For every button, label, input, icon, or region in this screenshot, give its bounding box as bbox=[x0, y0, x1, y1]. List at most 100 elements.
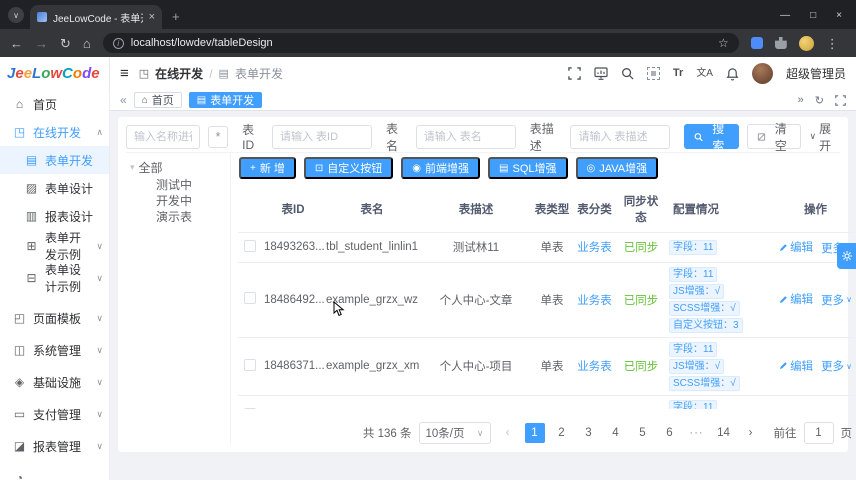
extensions-puzzle-icon[interactable] bbox=[774, 37, 787, 49]
page-size-select[interactable]: 10条/页 ∨ bbox=[418, 422, 491, 444]
page-button-3[interactable]: 3 bbox=[579, 423, 599, 443]
table-row[interactable]: 18486492... example_grzx_wz 个人中心-文章 单表 业… bbox=[238, 262, 854, 338]
tree-filter-input[interactable] bbox=[126, 124, 200, 149]
reload-icon[interactable]: ↻ bbox=[60, 37, 71, 50]
sidebar-item-infrastructure[interactable]: ◈ 基础设施 ∨ bbox=[0, 366, 109, 398]
sidebar-item-page-templates[interactable]: ◰ 页面模板 ∨ bbox=[0, 302, 109, 334]
sidebar-item-system-mgmt[interactable]: ◫ 系统管理 ∨ bbox=[0, 334, 109, 366]
bookmark-star-icon[interactable]: ☆ bbox=[718, 36, 729, 50]
prev-page-button[interactable]: ‹ bbox=[498, 423, 518, 443]
sidebar-item-report-design[interactable]: ▥ 报表设计 bbox=[0, 202, 109, 230]
goto-page-input[interactable] bbox=[803, 422, 834, 444]
expand-toggle[interactable]: ∨ 展开 bbox=[809, 120, 840, 154]
extension-icon[interactable] bbox=[750, 37, 763, 49]
java-enhance-button[interactable]: ◎ JAVA增强 bbox=[575, 157, 659, 179]
clear-button[interactable]: 清空 bbox=[746, 122, 802, 153]
site-info-icon[interactable]: i bbox=[112, 37, 124, 49]
browser-menu-kebab-icon[interactable]: ⋮ bbox=[826, 37, 839, 50]
sidebar-item-report-mgmt[interactable]: ◪ 报表管理 ∨ bbox=[0, 430, 109, 462]
sidebar-item-form-dev[interactable]: ▤ 表单开发 bbox=[0, 146, 109, 174]
row-checkbox[interactable] bbox=[244, 239, 256, 252]
table-header-row: 表ID 表名 表描述 表类型 表分类 同步状态 配置情况 操作 bbox=[238, 186, 854, 233]
browser-tab[interactable]: JeeLowCode - 表单开发 × bbox=[30, 5, 162, 29]
more-link[interactable]: 更多∨ bbox=[821, 292, 852, 308]
sidebar-item-form-dev-examples[interactable]: ⊞ 表单开发示例 ∨ bbox=[0, 230, 109, 262]
table-row[interactable]: 18486371... example_grzx_xm 个人中心-项目 单表 业… bbox=[238, 337, 854, 396]
page-button-14[interactable]: 14 bbox=[714, 423, 734, 443]
next-page-button[interactable]: › bbox=[741, 423, 761, 443]
page-button-5[interactable]: 5 bbox=[633, 423, 653, 443]
maximize-button[interactable]: □ bbox=[810, 10, 816, 21]
table-row[interactable]: 18486316... example_grzx_yy 个人中心-应用 单表 业… bbox=[238, 395, 854, 409]
fullscreen-icon[interactable] bbox=[568, 67, 581, 80]
tree-node-all[interactable]: ▾ 全部 bbox=[130, 158, 230, 176]
edit-link[interactable]: 编辑 bbox=[779, 358, 813, 374]
tree-node-demo[interactable]: 演示表 bbox=[130, 208, 230, 224]
tabs-scroll-left-icon[interactable]: « bbox=[120, 93, 127, 107]
tab-search-icon[interactable]: ∨ bbox=[8, 7, 24, 23]
page-button-6[interactable]: 6 bbox=[660, 423, 680, 443]
custom-button-button[interactable]: ⊡ 自定义按钮 bbox=[303, 157, 394, 179]
tabs-scroll-right-icon[interactable]: » bbox=[798, 94, 804, 106]
minimize-button[interactable]: — bbox=[780, 10, 790, 21]
table-id-input[interactable] bbox=[271, 124, 372, 149]
pages-ellipsis[interactable]: ··· bbox=[687, 423, 707, 443]
col-type: 表类型 bbox=[532, 186, 572, 233]
forward-icon[interactable]: → bbox=[35, 37, 48, 50]
font-size-icon[interactable]: Tr bbox=[673, 68, 683, 79]
notification-bell-icon[interactable] bbox=[726, 67, 739, 81]
sidebar-item-online-dev[interactable]: ◳ 在线开发 ∧ bbox=[0, 118, 109, 146]
chevron-down-icon: ∨ bbox=[96, 272, 103, 283]
add-button[interactable]: + 新 增 bbox=[239, 157, 296, 179]
tab-close-icon[interactable]: × bbox=[149, 11, 155, 23]
more-link[interactable]: 更多∨ bbox=[821, 358, 852, 374]
translate-icon[interactable]: 文A bbox=[696, 68, 713, 79]
table-row[interactable]: 18493263... tbl_student_linlin1 测试林11 单表… bbox=[238, 232, 854, 263]
table-desc-input[interactable] bbox=[570, 124, 671, 149]
tree-node-developing[interactable]: 开发中 bbox=[130, 192, 230, 208]
row-checkbox[interactable] bbox=[244, 292, 256, 304]
pencil-icon bbox=[779, 243, 788, 252]
page-button-2[interactable]: 2 bbox=[552, 423, 572, 443]
edit-link[interactable]: 编辑 bbox=[779, 291, 813, 307]
watermark-layout-icon[interactable] bbox=[646, 67, 660, 80]
search-button[interactable]: 搜索 bbox=[684, 122, 739, 153]
user-avatar[interactable] bbox=[751, 63, 773, 84]
chevron-down-icon: ∨ bbox=[476, 427, 484, 438]
address-bar[interactable]: i localhost/lowdev/tableDesign ☆ bbox=[102, 33, 739, 53]
table-toolbar: + 新 增 ⊡ 自定义按钮 ◉ 前端增强 ▤ SQL增强 ◎ JAVA增强 bbox=[239, 157, 854, 179]
more-link[interactable]: 更多∨ bbox=[821, 408, 852, 409]
row-checkbox[interactable] bbox=[244, 408, 256, 409]
page-tab-form-dev[interactable]: ▤ 表单开发 bbox=[188, 92, 263, 108]
theme-settings-button[interactable] bbox=[837, 243, 856, 269]
back-icon[interactable]: ← bbox=[10, 37, 23, 50]
tree-filter-action-button[interactable]: * bbox=[208, 125, 229, 148]
sidebar-item-form-design[interactable]: ▨ 表单设计 bbox=[0, 174, 109, 202]
page-button-4[interactable]: 4 bbox=[606, 423, 626, 443]
data-analysis-icon[interactable] bbox=[594, 67, 608, 80]
breadcrumb-online-dev[interactable]: 在线开发 bbox=[155, 65, 203, 82]
tab-fullscreen-icon[interactable] bbox=[835, 94, 846, 106]
window-close-button[interactable]: × bbox=[836, 10, 842, 21]
sidebar-collapse-icon[interactable]: ≡ bbox=[120, 65, 129, 82]
tab-refresh-icon[interactable]: ↻ bbox=[815, 94, 824, 107]
table-name-input[interactable] bbox=[415, 124, 516, 149]
page-tab-home[interactable]: ⌂ 首页 bbox=[133, 92, 182, 108]
tree-node-testing[interactable]: 测试中 bbox=[130, 176, 230, 192]
sidebar-nav: ⌂ 首页 ◳ 在线开发 ∧ ▤ 表单开发 ▨ 表单设计 ▥ 报表设计 ⊞ 表单开… bbox=[0, 90, 109, 480]
page-button-1[interactable]: 1 bbox=[524, 423, 545, 443]
sidebar-item-payment-mgmt[interactable]: ▭ 支付管理 ∨ bbox=[0, 398, 109, 430]
sidebar-item-partial[interactable]: ◔ bbox=[0, 462, 109, 480]
frontend-enhance-button[interactable]: ◉ 前端增强 bbox=[401, 157, 481, 179]
sidebar-item-home[interactable]: ⌂ 首页 bbox=[0, 90, 109, 118]
browser-home-icon[interactable]: ⌂ bbox=[83, 37, 91, 50]
edit-link[interactable]: 编辑 bbox=[779, 407, 813, 409]
row-checkbox[interactable] bbox=[244, 358, 256, 371]
browser-profile-avatar[interactable] bbox=[798, 35, 814, 51]
page-templates-icon: ◰ bbox=[13, 311, 26, 325]
sql-enhance-button[interactable]: ▤ SQL增强 bbox=[488, 157, 568, 179]
sidebar-item-form-design-examples[interactable]: ⊟ 表单设计示例 ∨ bbox=[0, 262, 109, 294]
edit-link[interactable]: 编辑 bbox=[779, 239, 813, 255]
new-tab-button[interactable]: + bbox=[172, 9, 180, 24]
search-icon[interactable] bbox=[621, 67, 634, 80]
